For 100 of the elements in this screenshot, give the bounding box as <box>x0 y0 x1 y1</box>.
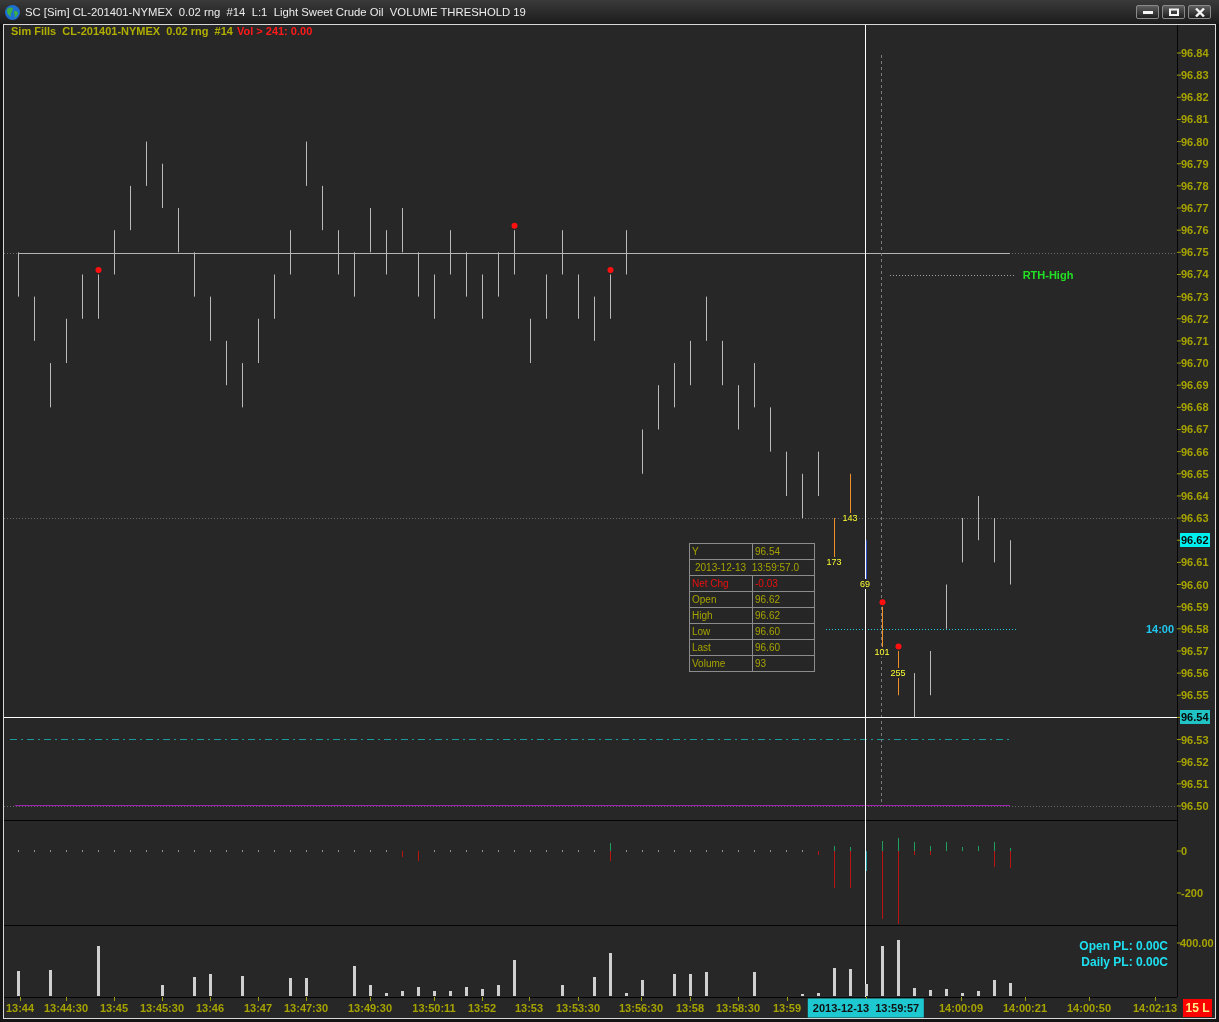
position-badge: 15 L <box>1183 999 1212 1017</box>
globe-icon <box>5 4 20 20</box>
price-label: 96.50 <box>1181 799 1209 813</box>
time-label: 13:59 <box>772 1001 802 1015</box>
volume-bar <box>161 985 164 996</box>
price-label: 96.52 <box>1181 755 1209 769</box>
volume-bar <box>593 977 596 996</box>
volume-bar <box>513 960 516 996</box>
price-label: 96.53 <box>1181 733 1209 747</box>
price-label: 96.57 <box>1181 644 1209 658</box>
volume-bar <box>497 985 500 996</box>
price-label: 96.63 <box>1181 511 1209 525</box>
price-label: 96.77 <box>1181 201 1209 215</box>
data-value: 96.60 <box>752 623 815 640</box>
price-label: 96.75 <box>1181 245 1209 259</box>
dot-marker-icon <box>607 267 614 274</box>
time-label: 13:56:30 <box>619 1001 663 1015</box>
price-label: 96.74 <box>1181 267 1209 281</box>
price-label: 96.73 <box>1181 290 1209 304</box>
time-label: 13:50:11 <box>412 1001 456 1015</box>
minimize-button[interactable] <box>1136 5 1159 19</box>
close-icon <box>1194 7 1205 17</box>
volume-bar <box>705 972 708 996</box>
time-label: 13:44 <box>5 1001 35 1015</box>
volume-bar <box>641 980 644 996</box>
price-label: 96.67 <box>1181 423 1209 436</box>
volume-bar <box>609 953 612 996</box>
volume-bar <box>481 989 484 996</box>
data-value: 96.62 <box>752 607 815 624</box>
price-label: 96.66 <box>1181 445 1209 459</box>
dot-marker-icon <box>95 267 102 274</box>
volume-bar <box>465 987 468 996</box>
bar-volume-label: 101 <box>873 647 891 657</box>
bar-volume-label: 255 <box>889 668 907 678</box>
price-label: 96.68 <box>1181 400 1209 414</box>
time-label: 13:44:30 <box>44 1001 88 1015</box>
level-label: RTH-High <box>1022 268 1074 282</box>
price-label: 96.55 <box>1181 688 1209 702</box>
close-button[interactable] <box>1188 5 1211 19</box>
volume-axis-label: 400.00 <box>1180 936 1214 950</box>
level-label: 14:00 <box>1145 622 1175 636</box>
volume-bar <box>913 988 916 996</box>
price-label: 96.59 <box>1181 600 1209 614</box>
volume-bar <box>977 991 980 996</box>
maximize-button[interactable] <box>1162 5 1185 19</box>
volume-bar <box>1009 983 1012 996</box>
time-label: 14:00:09 <box>939 1001 983 1015</box>
data-value: 93 <box>752 655 815 672</box>
price-label: 96.51 <box>1181 777 1209 791</box>
price-marker: 96.54 <box>1180 710 1210 725</box>
pl-label: Daily PL: 0.00C <box>1081 955 1168 969</box>
price-label: 96.70 <box>1181 356 1209 370</box>
time-label: 13:49:30 <box>348 1001 392 1015</box>
time-label: 14:00:50 <box>1067 1001 1111 1015</box>
price-marker: 96.62 <box>1180 533 1210 548</box>
volume-bar <box>929 990 932 996</box>
time-label: 13:47:30 <box>284 1001 328 1015</box>
data-label: Low <box>689 623 753 640</box>
volume-bar <box>849 969 852 996</box>
time-label: 13:58:30 <box>716 1001 760 1015</box>
price-label: 96.80 <box>1181 135 1209 149</box>
price-label: 96.84 <box>1181 46 1209 60</box>
time-label: 13:58 <box>675 1001 705 1015</box>
volume-bar <box>97 946 100 996</box>
price-label: 96.56 <box>1181 666 1209 680</box>
volume-bar <box>817 993 820 996</box>
price-label: 96.76 <box>1181 223 1209 237</box>
time-label: 14:02:13 <box>1133 1001 1177 1015</box>
volume-bar <box>561 985 564 996</box>
price-label: 96.65 <box>1181 467 1209 481</box>
price-label: 96.64 <box>1181 489 1209 503</box>
time-label: 13:53 <box>514 1001 544 1015</box>
price-label: 96.61 <box>1181 555 1209 569</box>
volume-bar <box>385 993 388 996</box>
minimize-icon <box>1142 10 1153 14</box>
volume-bar <box>433 991 436 996</box>
volume-bar <box>993 980 996 996</box>
data-value: 96.60 <box>752 639 815 656</box>
time-label: 13:52 <box>467 1001 497 1015</box>
data-label: High <box>689 607 753 624</box>
dot-marker-icon <box>511 222 518 229</box>
data-value: -0.03 <box>752 575 815 592</box>
volume-bar <box>17 971 20 996</box>
price-label: 96.71 <box>1181 334 1209 348</box>
volume-bar <box>673 974 676 996</box>
volume-bar <box>449 991 452 996</box>
chart-header-text: Vol > 241: 0.00 <box>236 25 313 38</box>
volume-bar <box>193 977 196 996</box>
volume-bar <box>753 972 756 996</box>
data-label: Open <box>689 591 753 608</box>
time-label: 13:46 <box>195 1001 225 1015</box>
volume-bar <box>833 968 836 996</box>
price-label: 96.79 <box>1181 157 1209 171</box>
data-label: Y <box>689 543 753 560</box>
bar-volume-label: 143 <box>841 513 859 523</box>
maximize-icon <box>1168 8 1179 16</box>
volume-bar <box>369 985 372 996</box>
delta-axis-label: 0 <box>1181 844 1188 858</box>
price-label: 96.78 <box>1181 179 1209 193</box>
volume-bar <box>417 987 420 996</box>
